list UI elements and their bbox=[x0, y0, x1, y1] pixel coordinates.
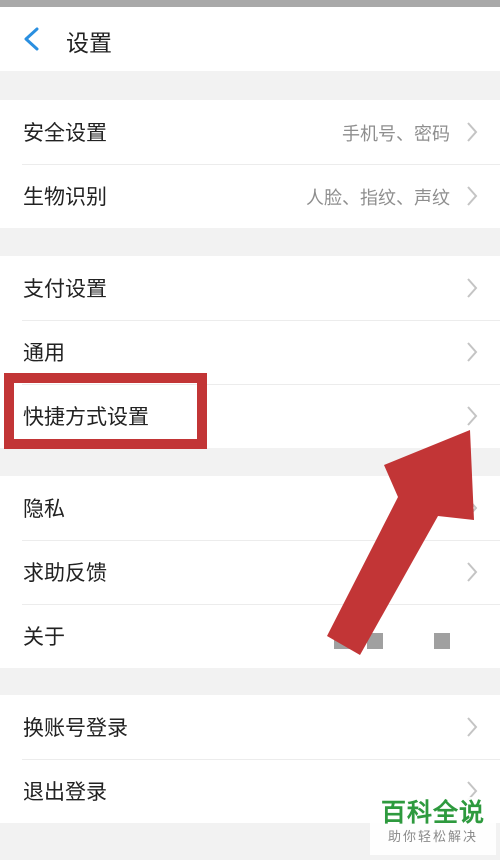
settings-item-label: 生物识别 bbox=[23, 185, 107, 209]
chevron-right-icon bbox=[467, 342, 478, 362]
settings-item-value: 人脸、指纹、声纹 bbox=[306, 188, 450, 209]
highlight-box-annotation bbox=[4, 373, 207, 449]
chevron-right-icon bbox=[467, 562, 478, 582]
header-bar: 设置 bbox=[0, 7, 500, 71]
back-chevron-icon[interactable] bbox=[22, 27, 42, 51]
settings-item-label: 退出登录 bbox=[23, 780, 107, 804]
gray-square-mark bbox=[434, 633, 450, 649]
gray-square-mark bbox=[367, 633, 383, 649]
settings-item-label: 求助反馈 bbox=[23, 561, 107, 585]
watermark-logo: 百科全说 助你轻松解决 bbox=[370, 797, 496, 855]
settings-item-feedback[interactable]: 求助反馈 bbox=[0, 540, 500, 604]
status-strip bbox=[0, 0, 500, 7]
settings-item-about[interactable]: 关于 bbox=[0, 604, 500, 668]
settings-item-security[interactable]: 安全设置 手机号、密码 bbox=[0, 100, 500, 164]
page-title: 设置 bbox=[66, 31, 112, 57]
gray-square-mark bbox=[334, 633, 350, 649]
settings-item-switch-account[interactable]: 换账号登录 bbox=[0, 695, 500, 759]
chevron-right-icon bbox=[467, 406, 478, 426]
chevron-right-icon bbox=[467, 186, 478, 206]
settings-item-label: 关于 bbox=[23, 625, 65, 649]
chevron-right-icon bbox=[467, 278, 478, 298]
chevron-right-icon bbox=[467, 498, 478, 518]
settings-item-privacy[interactable]: 隐私 bbox=[0, 476, 500, 540]
settings-item-label: 支付设置 bbox=[23, 277, 107, 301]
settings-item-label: 换账号登录 bbox=[23, 716, 128, 740]
settings-item-value: 手机号、密码 bbox=[342, 124, 450, 145]
settings-group-account: 安全设置 手机号、密码 生物识别 人脸、指纹、声纹 bbox=[0, 100, 500, 228]
settings-item-label: 安全设置 bbox=[23, 121, 107, 145]
chevron-right-icon bbox=[467, 717, 478, 737]
settings-group-support: 隐私 求助反馈 关于 bbox=[0, 476, 500, 668]
watermark-subtitle: 助你轻松解决 bbox=[387, 830, 478, 845]
settings-item-label: 通用 bbox=[23, 341, 65, 365]
watermark-title: 百科全说 bbox=[380, 798, 485, 827]
settings-item-label: 隐私 bbox=[23, 497, 65, 521]
chevron-right-icon bbox=[467, 122, 478, 142]
settings-item-payment[interactable]: 支付设置 bbox=[0, 256, 500, 320]
settings-item-biometrics[interactable]: 生物识别 人脸、指纹、声纹 bbox=[0, 164, 500, 228]
